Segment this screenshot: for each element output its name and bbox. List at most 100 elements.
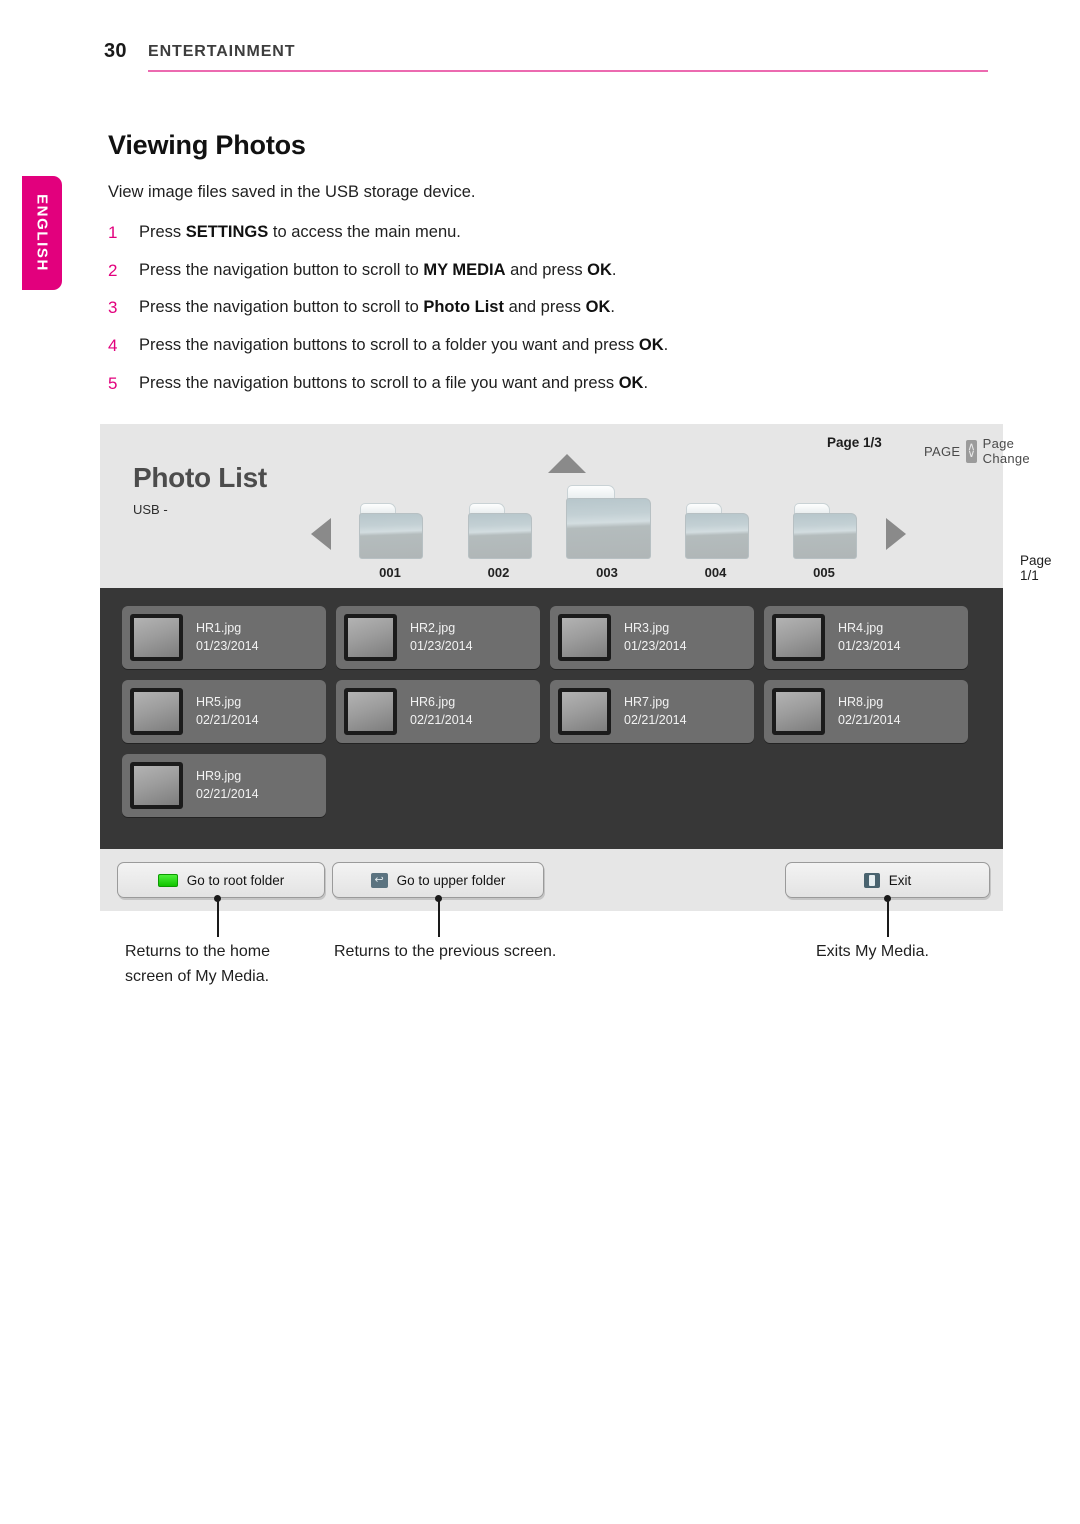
list-item[interactable]: HR1.jpg 01/23/2014 (122, 606, 326, 669)
folder-item-selected[interactable]: 003 (562, 485, 652, 580)
step-text-pre: Press the navigation button to scroll to (139, 260, 424, 279)
file-name: HR3.jpg (624, 621, 670, 635)
file-date: 01/23/2014 (624, 638, 687, 653)
exit-label: Exit (888, 872, 912, 888)
folder-label: 001 (379, 565, 401, 580)
folder-icon (565, 485, 651, 559)
thumbnail-icon (558, 614, 611, 661)
file-name: HR1.jpg (196, 621, 242, 635)
thumbnail-icon (772, 688, 825, 735)
step-keyword: SETTINGS (185, 223, 269, 241)
list-item: 2 Press the navigation button to scroll t… (108, 260, 998, 281)
folder-icon (793, 503, 857, 559)
list-item[interactable]: HR9.jpg 02/21/2014 (122, 754, 326, 817)
callout-text: Returns to the previous screen. (334, 940, 664, 965)
folder-label: 002 (487, 565, 510, 580)
language-tab: ENGLISH (22, 176, 62, 290)
file-name: HR8.jpg (838, 695, 884, 709)
folder-label: 003 (596, 565, 618, 580)
folder-strip: 001 002 003 004 005 (345, 484, 869, 580)
list-item: 5 Press the navigation buttons to scroll … (108, 373, 998, 394)
chevron-down-icon: ∨ (967, 448, 976, 460)
triangle-right-icon[interactable] (886, 518, 906, 550)
file-grid-rows: HR1.jpg 01/23/2014 HR2.jpg 01/23/2014 HR… (122, 606, 981, 817)
folder-item[interactable]: 004 (671, 503, 761, 580)
callout-text-line1: Exits My Media. (816, 943, 929, 960)
step-text-mid: to access the main menu. (268, 223, 461, 241)
page-change-label: Page Change (982, 436, 1030, 466)
green-key-icon (157, 873, 178, 887)
callout-text: Exits My Media. (816, 940, 1016, 965)
list-item[interactable]: HR8.jpg 02/21/2014 (764, 680, 968, 743)
callout-text-line2: screen of My Media. (125, 967, 270, 985)
step-keyword: MY MEDIA (423, 260, 506, 279)
step-text-pre: Press (139, 223, 186, 241)
list-item[interactable]: HR6.jpg 02/21/2014 (336, 680, 540, 743)
list-item[interactable]: HR7.jpg 02/21/2014 (550, 680, 754, 743)
exit-door-icon (863, 872, 880, 888)
triangle-left-icon[interactable] (311, 518, 331, 550)
step-text-post: . (610, 298, 615, 317)
back-arrow-icon: ↩ (370, 872, 388, 888)
page-key-label: PAGE (924, 443, 961, 459)
file-page-indicator: Page 1/1 (1020, 553, 1052, 583)
file-date: 02/21/2014 (196, 712, 259, 727)
folder-carousel: 001 002 003 004 005 (305, 454, 906, 580)
language-tab-label: ENGLISH (33, 194, 51, 272)
callout-line (887, 899, 889, 937)
thumbnail-icon (130, 614, 183, 661)
step-keyword-2: OK (585, 298, 611, 317)
step-keyword-2: OK (638, 335, 664, 354)
list-item[interactable]: HR5.jpg 02/21/2014 (122, 680, 326, 743)
callout-line (217, 899, 219, 937)
file-grid: HR1.jpg 01/23/2014 HR2.jpg 01/23/2014 HR… (100, 588, 1003, 849)
step-text-pre: Press the navigation buttons to scroll t… (139, 335, 639, 354)
list-item: 3 Press the navigation button to scroll t… (108, 297, 998, 318)
thumbnail-icon (130, 762, 183, 809)
folder-label: 005 (813, 565, 835, 580)
file-name: HR7.jpg (624, 695, 670, 709)
step-number: 5 (108, 373, 118, 393)
page-title: Viewing Photos (108, 130, 306, 160)
header-divider (148, 70, 988, 72)
screen-source-label: USB - (133, 502, 168, 517)
exit-button[interactable]: Exit (785, 862, 990, 898)
thumbnail-icon (344, 614, 397, 661)
file-name: HR2.jpg (410, 621, 456, 635)
screen-header: Photo List USB - Page 1/3 PAGE ∧ ∨ Page … (100, 424, 1052, 588)
screen-title: Photo List (133, 462, 267, 493)
go-to-root-folder-button[interactable]: Go to root folder (117, 862, 325, 898)
callout-text: Returns to the home screen of My Media. (125, 940, 335, 990)
screen-footer: Go to root folder ↩ Go to upper folder E… (100, 849, 1003, 911)
page-header: 30 ENTERTAINMENT (104, 40, 988, 76)
list-item[interactable]: HR4.jpg 01/23/2014 (764, 606, 968, 669)
folder-item[interactable]: 005 (779, 503, 869, 580)
file-date: 02/21/2014 (838, 712, 901, 727)
step-number: 3 (108, 298, 118, 318)
page-change-control[interactable]: PAGE ∧ ∨ Page Change (924, 436, 1036, 466)
folder-icon (359, 503, 423, 559)
list-item[interactable]: HR3.jpg 01/23/2014 (550, 606, 754, 669)
folder-item[interactable]: 002 (454, 503, 544, 580)
callout-text-line1: Returns to the home (125, 943, 270, 960)
page-updown-icon[interactable]: ∧ ∨ (966, 439, 977, 463)
step-keyword-2: OK (587, 260, 612, 279)
go-to-upper-folder-button[interactable]: ↩ Go to upper folder (332, 862, 544, 898)
triangle-up-icon[interactable] (548, 454, 586, 473)
thumbnail-icon (130, 688, 183, 735)
folder-item[interactable]: 001 (345, 503, 435, 580)
folder-icon (684, 503, 749, 559)
step-number: 2 (108, 260, 118, 280)
file-date: 02/21/2014 (410, 712, 473, 727)
file-date: 01/23/2014 (196, 638, 259, 653)
step-keyword-2: OK (618, 373, 644, 392)
file-date: 01/23/2014 (410, 638, 473, 653)
thumbnail-icon (344, 688, 397, 735)
page-number: 30 (104, 40, 127, 62)
section-title: ENTERTAINMENT (148, 43, 296, 60)
photo-list-screen: Photo List USB - Page 1/3 PAGE ∧ ∨ Page … (100, 424, 1052, 911)
list-item: 4 Press the navigation buttons to scroll … (108, 335, 998, 356)
step-text-pre: Press the navigation buttons to scroll t… (139, 373, 619, 392)
step-text-pre: Press the navigation button to scroll to (139, 298, 424, 317)
list-item[interactable]: HR2.jpg 01/23/2014 (336, 606, 540, 669)
